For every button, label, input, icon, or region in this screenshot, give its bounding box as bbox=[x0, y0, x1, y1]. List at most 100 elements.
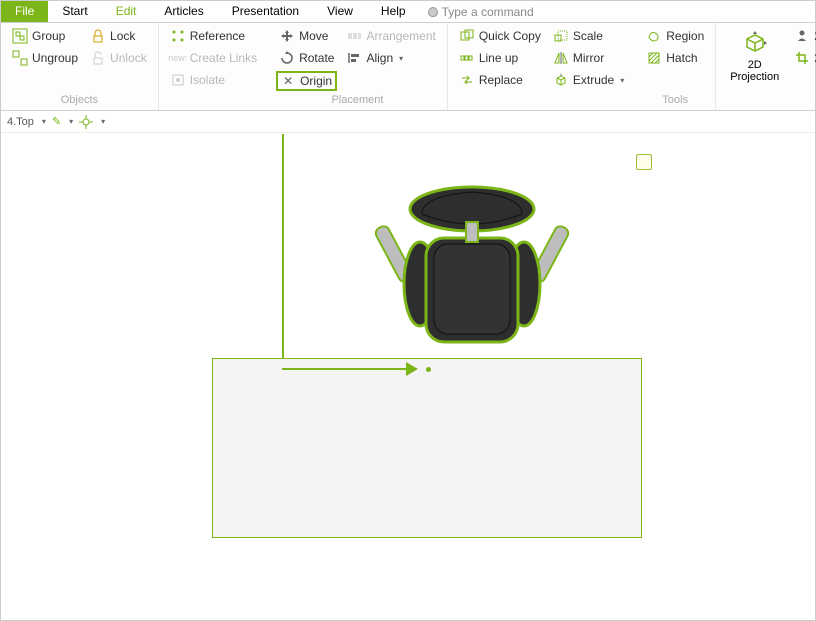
align-icon bbox=[346, 50, 362, 66]
lineup-button[interactable]: Line up bbox=[456, 49, 544, 67]
reference-icon bbox=[170, 28, 186, 44]
quickcopy-button[interactable]: Quick Copy bbox=[456, 27, 544, 45]
group-tools: Region Hatch Tools bbox=[635, 23, 716, 110]
quickcopy-icon bbox=[459, 28, 475, 44]
group-icon bbox=[12, 28, 28, 44]
isolate-label: Isolate bbox=[190, 73, 225, 87]
rotate-button[interactable]: Rotate bbox=[276, 49, 337, 67]
canvas-marker[interactable] bbox=[636, 154, 652, 170]
replace-icon bbox=[459, 72, 475, 88]
arrangement-icon bbox=[346, 28, 362, 44]
lineup-icon bbox=[459, 50, 475, 66]
replace-button[interactable]: Replace bbox=[456, 71, 544, 89]
callout-arrowhead-icon bbox=[406, 362, 418, 376]
hatch-label: Hatch bbox=[666, 51, 697, 65]
brush-icon[interactable]: ✎ bbox=[52, 115, 61, 128]
createlinks-icon: new: bbox=[170, 50, 186, 66]
createlinks-button: new: Create Links bbox=[167, 49, 260, 67]
align-dropdown-icon: ▾ bbox=[399, 54, 403, 63]
arrangement-label: Arrangement bbox=[366, 29, 435, 43]
command-search[interactable]: Type a command bbox=[420, 1, 542, 22]
view-bar: 4.Top ▾ ✎ ▾ ▾ bbox=[1, 111, 815, 133]
group-reference: Reference new: Create Links Isolate bbox=[159, 23, 268, 110]
group-placement: Move Rotate ✕ Origin Arrangement Align ▾ P… bbox=[268, 23, 448, 110]
tab-presentation[interactable]: Presentation bbox=[218, 1, 313, 22]
crop-button[interactable]: 2D Crop bbox=[791, 49, 816, 67]
align-button[interactable]: Align ▾ bbox=[343, 49, 438, 67]
mirror-button[interactable]: Mirror bbox=[550, 49, 627, 67]
target-icon[interactable] bbox=[79, 115, 93, 129]
tools-group-label: Tools bbox=[643, 92, 707, 110]
ungroup-button[interactable]: Ungroup bbox=[9, 49, 81, 67]
extrude-dropdown-icon: ▾ bbox=[620, 76, 624, 85]
group-objects: Group Ungroup Lock Unlock Objects bbox=[1, 23, 159, 110]
symbol-button[interactable]: 2D Symbol bbox=[791, 27, 816, 45]
group-copy: Quick Copy Line up Replace Scale Mirror … bbox=[448, 23, 635, 110]
origin-icon: ✕ bbox=[280, 73, 296, 89]
hatch-icon bbox=[646, 50, 662, 66]
group-label: Group bbox=[32, 29, 65, 43]
unlock-button: Unlock bbox=[87, 49, 150, 67]
projection-button[interactable]: 2D Projection bbox=[724, 27, 785, 85]
rotate-label: Rotate bbox=[299, 51, 334, 65]
scale-button[interactable]: Scale bbox=[550, 27, 627, 45]
align-label: Align bbox=[366, 51, 393, 65]
mirror-label: Mirror bbox=[573, 51, 604, 65]
chair-object[interactable] bbox=[362, 164, 582, 364]
projection-icon bbox=[741, 29, 769, 57]
tab-edit[interactable]: Edit bbox=[102, 1, 151, 22]
objects-group-label: Objects bbox=[9, 92, 150, 110]
reference-button[interactable]: Reference bbox=[167, 27, 260, 45]
symbol-icon bbox=[794, 28, 810, 44]
arrangement-button: Arrangement bbox=[343, 27, 438, 45]
tab-file[interactable]: File bbox=[1, 1, 48, 22]
target-dd-icon[interactable]: ▾ bbox=[101, 117, 105, 126]
brush-dd-icon[interactable]: ▾ bbox=[69, 117, 73, 126]
isolate-button: Isolate bbox=[167, 71, 260, 89]
createlinks-label: Create Links bbox=[190, 51, 257, 65]
ribbon: Group Ungroup Lock Unlock Objects Refere… bbox=[1, 23, 815, 111]
view-dd-icon[interactable]: ▾ bbox=[42, 117, 46, 126]
menu-bar: File Start Edit Articles Presentation Vi… bbox=[1, 1, 815, 23]
region-icon bbox=[646, 28, 662, 44]
tab-view[interactable]: View bbox=[313, 1, 367, 22]
tab-start[interactable]: Start bbox=[48, 1, 101, 22]
crop-icon bbox=[794, 50, 810, 66]
ungroup-icon bbox=[12, 50, 28, 66]
ungroup-label: Ungroup bbox=[32, 51, 78, 65]
tab-articles[interactable]: Articles bbox=[150, 1, 217, 22]
tab-help[interactable]: Help bbox=[367, 1, 420, 22]
callout-line-v bbox=[282, 134, 284, 370]
rotate-icon bbox=[279, 50, 295, 66]
lock-button[interactable]: Lock bbox=[87, 27, 150, 45]
region-label: Region bbox=[666, 29, 704, 43]
unlock-label: Unlock bbox=[110, 51, 147, 65]
reference-label: Reference bbox=[190, 29, 245, 43]
extrude-button[interactable]: Extrude▾ bbox=[550, 71, 627, 89]
move-button[interactable]: Move bbox=[276, 27, 337, 45]
origin-label: Origin bbox=[300, 74, 332, 88]
move-icon bbox=[279, 28, 295, 44]
quickcopy-label: Quick Copy bbox=[479, 29, 541, 43]
unlock-icon bbox=[90, 50, 106, 66]
projection-label: 2D Projection bbox=[730, 59, 779, 83]
isolate-icon bbox=[170, 72, 186, 88]
group-button[interactable]: Group bbox=[9, 27, 81, 45]
bulb-icon bbox=[428, 7, 438, 17]
selection-rect[interactable] bbox=[212, 358, 642, 538]
lock-icon bbox=[90, 28, 106, 44]
hatch-button[interactable]: Hatch bbox=[643, 49, 707, 67]
scale-icon bbox=[553, 28, 569, 44]
mirror-icon bbox=[553, 50, 569, 66]
origin-point[interactable] bbox=[426, 367, 431, 372]
view-name[interactable]: 4.Top bbox=[7, 116, 34, 128]
scale-label: Scale bbox=[573, 29, 603, 43]
canvas[interactable] bbox=[2, 134, 814, 619]
command-placeholder: Type a command bbox=[442, 5, 534, 19]
group-2d: 2D Projection 2D Symbol 2D Crop bbox=[716, 23, 816, 110]
extrude-icon bbox=[553, 72, 569, 88]
placement-group-label: Placement bbox=[276, 92, 439, 110]
move-label: Move bbox=[299, 29, 328, 43]
origin-button[interactable]: ✕ Origin bbox=[276, 71, 337, 91]
region-button[interactable]: Region bbox=[643, 27, 707, 45]
